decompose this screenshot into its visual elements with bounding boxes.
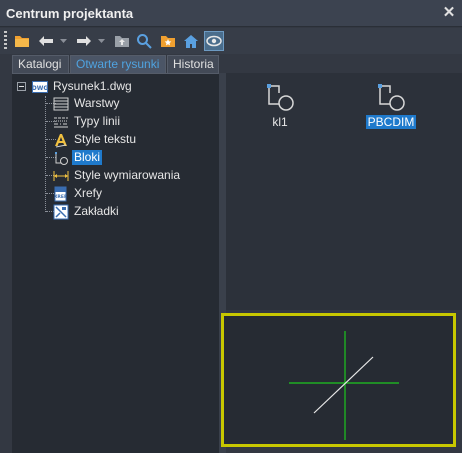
folder-tree[interactable]: DWG Rysunek1.dwg Warstwy Typy linii Styl… (12, 73, 219, 453)
preview-toggle-icon[interactable] (204, 31, 224, 51)
tab-historia[interactable]: Historia (167, 55, 219, 73)
block-pbcdim-label: PBCDIM (365, 115, 417, 129)
tree-item-label: Bloki (72, 150, 103, 165)
search-icon[interactable] (134, 31, 154, 51)
open-folder-icon[interactable] (12, 31, 32, 51)
layouts-icon (53, 204, 69, 220)
linetypes-icon (53, 114, 69, 130)
tree-item-typy-linii[interactable]: Typy linii (53, 113, 122, 130)
tab-katalogi[interactable]: Katalogi (12, 55, 69, 73)
toolbar (0, 28, 462, 54)
tree-connector (45, 96, 46, 212)
toolbar-grip[interactable] (4, 31, 7, 51)
window-title: Centrum projektanta (6, 6, 134, 21)
tree-item-label: Zakładki (74, 204, 119, 218)
tab-otwarte-rysunki[interactable]: Otwarte rysunki (70, 55, 166, 73)
tree-root-drawing[interactable]: DWG Rysunek1.dwg (32, 78, 134, 95)
text-style-icon (53, 132, 69, 148)
tree-item-style-wymiarowania[interactable]: Style wymiarowania (53, 167, 182, 184)
svg-text:DWG: DWG (32, 85, 48, 92)
xref-icon: XREF (53, 186, 69, 202)
back-arrow-icon[interactable] (36, 31, 56, 51)
block-preview-pane (221, 313, 456, 447)
tree-item-style-tekstu[interactable]: Style tekstu (53, 131, 138, 148)
tree-item-label: Typy linii (74, 114, 121, 128)
forward-arrow-icon[interactable] (74, 31, 94, 51)
dimension-style-icon (53, 168, 69, 184)
block-item-pbcdim[interactable]: PBCDIM (361, 81, 421, 129)
block-kl1-icon (264, 81, 296, 113)
collapse-toggle[interactable] (17, 82, 26, 91)
tree-root-label: Rysunek1.dwg (53, 79, 132, 93)
back-dropdown-chevron-down-icon[interactable] (58, 31, 68, 51)
up-folder-icon[interactable] (112, 31, 132, 51)
block-preview-drawing (289, 331, 399, 440)
block-pbcdim-icon (375, 81, 407, 113)
favorites-icon[interactable] (158, 31, 178, 51)
svg-text:XREF: XREF (54, 194, 67, 200)
content-area: kl1 PBCDIM (226, 73, 462, 310)
tree-item-label: Xrefy (74, 186, 103, 200)
tree-item-label: Warstwy (74, 96, 120, 110)
home-icon[interactable] (181, 31, 201, 51)
tree-item-warstwy[interactable]: Warstwy (53, 95, 122, 112)
forward-dropdown-chevron-down-icon[interactable] (96, 31, 106, 51)
title-bar: Centrum projektanta ✕ (0, 0, 462, 27)
close-icon[interactable]: ✕ (441, 5, 457, 21)
tree-item-label: Style wymiarowania (74, 168, 181, 182)
tree-item-zakladki[interactable]: Zakładki (53, 203, 121, 220)
dwg-file-icon: DWG (32, 79, 48, 95)
blocks-icon (53, 150, 69, 166)
layers-icon (53, 96, 69, 112)
tree-item-label: Style tekstu (74, 132, 137, 146)
block-kl1-label: kl1 (272, 115, 288, 129)
tree-item-bloki[interactable]: Bloki (53, 149, 103, 166)
tree-item-xrefy[interactable]: XREF Xrefy (53, 185, 104, 202)
block-item-kl1[interactable]: kl1 (250, 81, 310, 129)
